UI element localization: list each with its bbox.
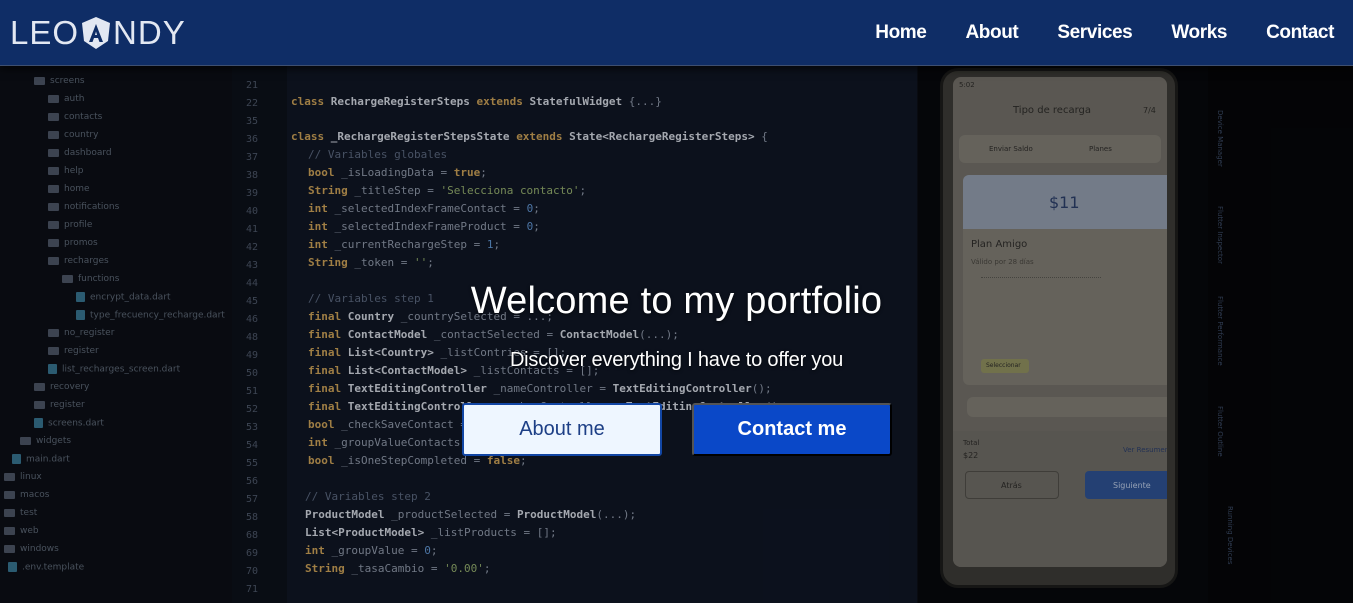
nav-works[interactable]: Works bbox=[1171, 22, 1227, 44]
logo-text-left: LEO bbox=[10, 14, 80, 51]
contact-me-button[interactable]: Contact me bbox=[692, 403, 892, 456]
logo-text-right: NDY bbox=[113, 14, 186, 51]
nav-contact[interactable]: Contact bbox=[1266, 22, 1334, 44]
brand-logo[interactable]: LEO NDY bbox=[10, 13, 186, 53]
hero-section: screens auth contacts country dashboard help h… bbox=[0, 66, 1353, 603]
hero-title: Welcome to my portfolio bbox=[470, 280, 883, 322]
main-nav: Home About Services Works Contact bbox=[836, 0, 1334, 66]
logo-a-shield-icon bbox=[82, 17, 111, 49]
about-me-button[interactable]: About me bbox=[462, 403, 662, 456]
hero-dim-overlay bbox=[0, 66, 1353, 603]
nav-home[interactable]: Home bbox=[875, 22, 927, 44]
hero-subtitle: Discover everything I have to offer you bbox=[509, 349, 844, 371]
nav-about[interactable]: About bbox=[965, 22, 1018, 44]
nav-services[interactable]: Services bbox=[1057, 22, 1132, 44]
navbar: LEO NDY Home About Services Works Contac… bbox=[0, 0, 1353, 66]
